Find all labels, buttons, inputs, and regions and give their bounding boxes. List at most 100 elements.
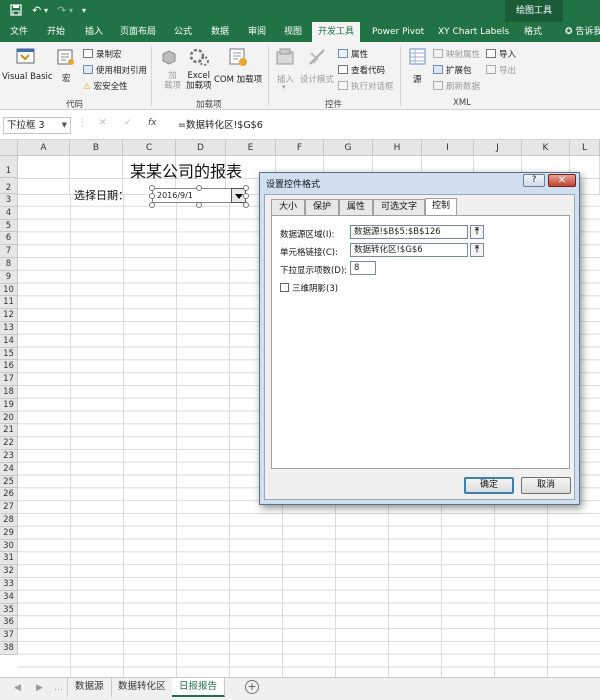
- undo-dropdown-icon[interactable]: ▾: [44, 4, 48, 18]
- column-header[interactable]: I: [422, 140, 474, 156]
- export-button[interactable]: 导出: [486, 64, 516, 76]
- tab-alt-text[interactable]: 可选文字: [373, 199, 425, 215]
- close-button[interactable]: ✕: [548, 174, 576, 187]
- resize-handle[interactable]: [196, 202, 202, 208]
- properties-button[interactable]: 属性: [338, 48, 368, 60]
- tab-page-layout[interactable]: 页面布局: [120, 22, 156, 42]
- com-addins-button[interactable]: COM 加载项: [214, 73, 262, 85]
- resize-handle[interactable]: [149, 185, 155, 191]
- column-header[interactable]: A: [18, 140, 70, 156]
- undo-icon[interactable]: ↶: [32, 4, 41, 18]
- name-box[interactable]: 下拉框 3 ▼: [3, 117, 71, 134]
- refresh-data-button[interactable]: 刷新数据: [433, 80, 480, 92]
- addins-button[interactable]: 加载项: [164, 71, 181, 91]
- column-header[interactable]: L: [570, 140, 600, 156]
- enter-icon[interactable]: ✓: [124, 118, 132, 128]
- source-button[interactable]: 源: [413, 73, 422, 85]
- row-header[interactable]: 2: [0, 178, 18, 194]
- view-code-button[interactable]: 查看代码: [338, 64, 385, 76]
- insert-dropdown-icon[interactable]: ▾: [282, 83, 286, 91]
- column-header[interactable]: E: [226, 140, 276, 156]
- tab-protection[interactable]: 保护: [305, 199, 339, 215]
- row-header[interactable]: 34: [0, 590, 18, 604]
- column-header[interactable]: H: [373, 140, 422, 156]
- record-macro-button[interactable]: 录制宏: [83, 48, 122, 60]
- cancel-button[interactable]: 取消: [521, 477, 571, 494]
- row-header[interactable]: 37: [0, 629, 18, 642]
- resize-handle[interactable]: [149, 202, 155, 208]
- source-range-input[interactable]: 数据源!$B$5:$B$126: [350, 225, 468, 239]
- sheet-tab-source[interactable]: 数据源: [67, 678, 112, 697]
- row-header[interactable]: 14: [0, 334, 18, 348]
- macro-button[interactable]: 宏: [62, 72, 71, 84]
- resize-handle[interactable]: [196, 185, 202, 191]
- tab-power-pivot[interactable]: Power Pivot: [372, 22, 424, 42]
- tab-formulas[interactable]: 公式: [174, 22, 192, 42]
- row-header[interactable]: 6: [0, 232, 18, 246]
- column-header[interactable]: J: [474, 140, 522, 156]
- redo-dropdown-icon[interactable]: ▾: [69, 4, 73, 18]
- column-header[interactable]: G: [324, 140, 373, 156]
- cancel-icon[interactable]: ✕: [99, 118, 107, 128]
- tab-view[interactable]: 视图: [284, 22, 302, 42]
- row-header[interactable]: 1: [0, 156, 18, 178]
- tab-home[interactable]: 开始: [47, 22, 65, 42]
- add-sheet-icon[interactable]: +: [245, 680, 259, 694]
- row-header[interactable]: 18: [0, 386, 18, 399]
- sheet-tab-transform[interactable]: 数据转化区: [111, 678, 174, 697]
- row-header[interactable]: 7: [0, 245, 18, 258]
- column-header[interactable]: D: [176, 140, 226, 156]
- tab-insert[interactable]: 插入: [85, 22, 103, 42]
- row-header[interactable]: 23: [0, 450, 18, 463]
- tab-developer[interactable]: 开发工具: [312, 22, 361, 42]
- ok-button[interactable]: 确定: [464, 477, 514, 494]
- row-header[interactable]: 13: [0, 322, 18, 335]
- row-header[interactable]: 4: [0, 206, 18, 220]
- row-header[interactable]: 20: [0, 411, 18, 425]
- sheet-tab-daily-report[interactable]: 日报报告: [172, 678, 226, 697]
- row-header[interactable]: 36: [0, 616, 18, 630]
- tab-data[interactable]: 数据: [211, 22, 229, 42]
- tab-review[interactable]: 审阅: [248, 22, 266, 42]
- row-header[interactable]: 22: [0, 437, 18, 450]
- tab-properties[interactable]: 属性: [339, 199, 373, 215]
- scroll-left-icon[interactable]: ◀: [14, 683, 21, 693]
- resize-handle[interactable]: [243, 185, 249, 191]
- more-sheets-icon[interactable]: …: [54, 683, 63, 693]
- row-header[interactable]: 29: [0, 526, 18, 540]
- tab-file[interactable]: 文件: [10, 22, 28, 42]
- row-header[interactable]: 21: [0, 424, 18, 438]
- resize-handle[interactable]: [243, 193, 249, 199]
- row-header[interactable]: 17: [0, 373, 18, 386]
- column-header[interactable]: K: [522, 140, 570, 156]
- import-button[interactable]: 导入: [486, 48, 516, 60]
- tab-xy-chart-labels[interactable]: XY Chart Labels: [438, 22, 509, 42]
- redo-icon[interactable]: ↷: [57, 4, 66, 18]
- column-header[interactable]: F: [276, 140, 324, 156]
- dropdown-lines-input[interactable]: 8: [350, 261, 376, 275]
- tab-format[interactable]: 格式: [524, 22, 542, 42]
- row-header[interactable]: 35: [0, 603, 18, 617]
- scroll-right-icon[interactable]: ▶: [36, 683, 43, 693]
- row-header[interactable]: 3: [0, 194, 18, 207]
- save-icon[interactable]: [10, 4, 22, 20]
- column-header[interactable]: B: [70, 140, 123, 156]
- map-properties-button[interactable]: 映射属性: [433, 48, 480, 60]
- relative-reference-button[interactable]: 使用相对引用: [83, 64, 147, 76]
- tab-control[interactable]: 控制: [425, 198, 457, 215]
- design-mode-button[interactable]: 设计模式: [300, 73, 334, 85]
- row-header[interactable]: 8: [0, 258, 18, 271]
- row-header[interactable]: 19: [0, 398, 18, 412]
- row-header[interactable]: 26: [0, 488, 18, 502]
- row-header[interactable]: 30: [0, 539, 18, 553]
- macro-security-button[interactable]: ⚠ 宏安全性: [83, 80, 128, 92]
- help-button[interactable]: ?: [523, 174, 545, 187]
- row-header[interactable]: 9: [0, 270, 18, 284]
- formula-input[interactable]: =数据转化区!$G$6: [170, 117, 600, 134]
- chevron-down-icon[interactable]: ▼: [62, 118, 67, 133]
- tell-me[interactable]: ✪ 告诉我: [565, 22, 600, 42]
- resize-handle[interactable]: [149, 193, 155, 199]
- row-header[interactable]: 38: [0, 642, 18, 655]
- row-header[interactable]: 15: [0, 347, 18, 361]
- customize-icon[interactable]: ▾: [82, 4, 86, 18]
